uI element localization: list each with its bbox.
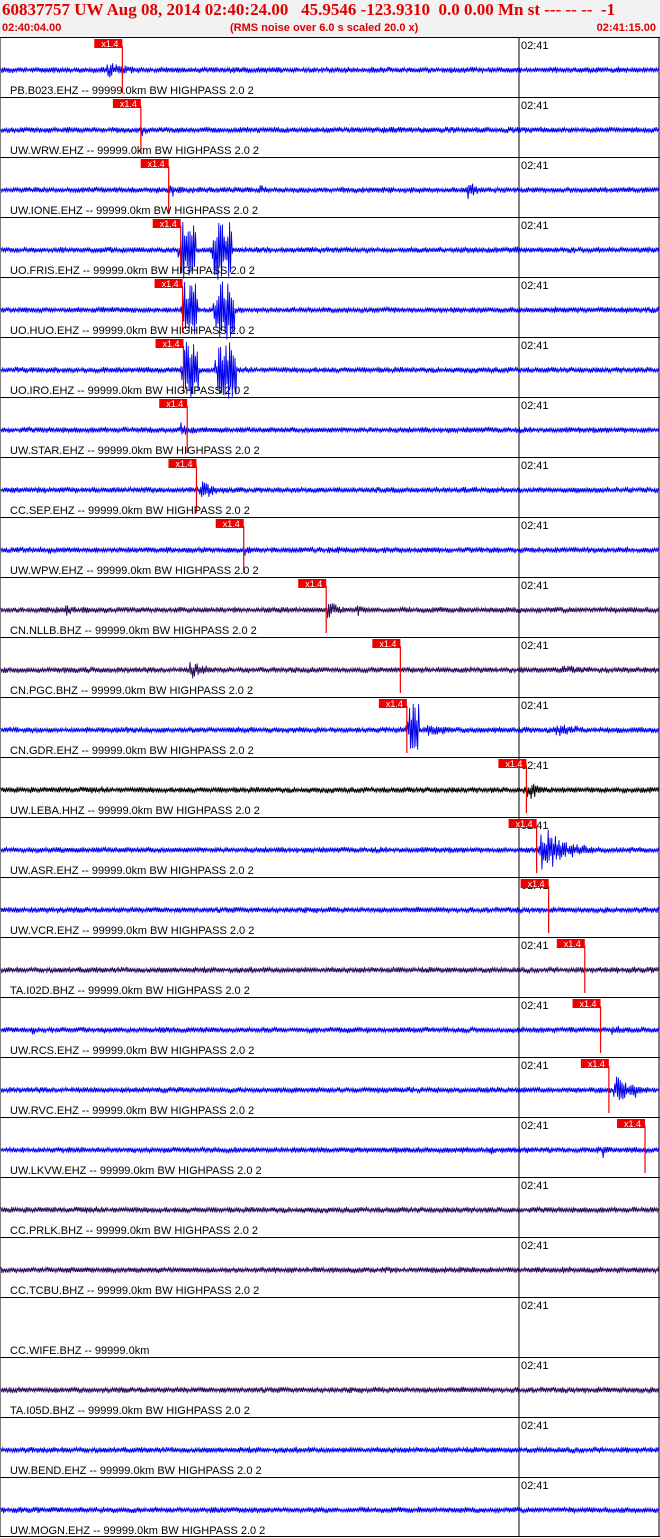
time-mark-label: 02:41 <box>521 160 549 172</box>
waveform-trace <box>0 1025 660 1035</box>
pick-label: x1.4 <box>528 879 545 889</box>
station-label: UO.HUO.EHZ -- 99999.0km BW HIGHPASS 2.0 … <box>10 325 254 337</box>
time-mark-label: 02:41 <box>521 100 549 112</box>
station-label: CC.SEP.EHZ -- 99999.0km BW HIGHPASS 2.0 … <box>10 505 250 517</box>
pick-label: x1.4 <box>580 999 597 1009</box>
start-time-label: 02:40:04.00 <box>2 22 62 34</box>
pick-label: x1.4 <box>564 939 581 949</box>
station-label: UW.WRW.EHZ -- 99999.0km BW HIGHPASS 2.0 … <box>10 145 259 157</box>
station-label: UW.WPW.EHZ -- 99999.0km BW HIGHPASS 2.0 … <box>10 565 259 577</box>
station-label: UO.IRO.EHZ -- 99999.0km BW HIGHPASS 2.0 … <box>10 385 249 397</box>
time-mark-label: 02:41 <box>521 520 549 532</box>
time-mark-label: 02:41 <box>521 1300 549 1312</box>
pick-label: x1.4 <box>223 519 240 529</box>
time-mark-label: 02:41 <box>521 1180 549 1192</box>
station-label: CC.TCBU.BHZ -- 99999.0km BW HIGHPASS 2.0… <box>10 1285 259 1297</box>
time-mark-label: 02:41 <box>521 460 549 472</box>
time-mark-label: 02:41 <box>521 940 549 952</box>
station-label: UW.RCS.EHZ -- 99999.0km BW HIGHPASS 2.0 … <box>10 1045 254 1057</box>
waveform-trace <box>0 603 660 619</box>
header-bar: 60837757 UW Aug 08, 2014 02:40:24.00 45.… <box>0 0 660 38</box>
rms-noise-note: (RMS noise over 6.0 s scaled 20.0 x) <box>230 22 419 34</box>
waveform-trace <box>0 1146 660 1159</box>
station-label: UW.LEBA.HHZ -- 99999.0km BW HIGHPASS 2.0… <box>10 805 260 817</box>
waveform-trace <box>0 422 660 435</box>
pick-label: x1.4 <box>624 1119 641 1129</box>
event-title: 60837757 UW Aug 08, 2014 02:40:24.00 45.… <box>2 0 616 19</box>
station-label: UW.BEND.EHZ -- 99999.0km BW HIGHPASS 2.0… <box>10 1465 262 1477</box>
waveform-trace <box>0 183 660 200</box>
waveform-trace <box>0 1265 660 1275</box>
station-label: TA.I05D.BHZ -- 99999.0km BW HIGHPASS 2.0… <box>10 1405 250 1417</box>
pick-label: x1.4 <box>120 99 137 109</box>
waveform-trace <box>0 125 660 137</box>
station-label: UO.FRIS.EHZ -- 99999.0km BW HIGHPASS 2.0… <box>10 265 255 277</box>
time-mark-label: 02:41 <box>521 580 549 592</box>
station-label: UW.MOGN.EHZ -- 99999.0km BW HIGHPASS 2.0… <box>10 1525 265 1537</box>
waveform-trace <box>0 545 660 556</box>
station-label: UW.ASR.EHZ -- 99999.0km BW HIGHPASS 2.0 … <box>10 865 254 877</box>
time-mark-label: 02:41 <box>521 400 549 412</box>
pick-label: x1.4 <box>148 159 165 169</box>
waveform-trace <box>0 1445 660 1455</box>
pick-label: x1.4 <box>505 759 522 769</box>
station-label: TA.I02D.BHZ -- 99999.0km BW HIGHPASS 2.0… <box>10 985 250 997</box>
time-mark-label: 02:41 <box>521 1120 549 1132</box>
time-mark-label: 02:41 <box>521 220 549 232</box>
waveform-trace <box>0 1385 660 1395</box>
time-mark-label: 02:41 <box>521 280 549 292</box>
time-mark-label: 02:41 <box>521 1240 549 1252</box>
station-label: UW.STAR.EHZ -- 99999.0km BW HIGHPASS 2.0… <box>10 445 260 457</box>
end-time-label: 02:41:15.00 <box>596 22 656 34</box>
time-mark-label: 02:41 <box>521 1480 549 1492</box>
station-label: UW.LKVW.EHZ -- 99999.0km BW HIGHPASS 2.0… <box>10 1165 262 1177</box>
station-label: CN.GDR.EHZ -- 99999.0km BW HIGHPASS 2.0 … <box>10 745 254 757</box>
pick-label: x1.4 <box>516 819 533 829</box>
pick-label: x1.4 <box>175 459 192 469</box>
seismogram-plot: 02:41 x1.4 PB.B023.EHZ -- 99999.0km BW HIG… <box>0 37 660 1537</box>
time-mark-label: 02:41 <box>521 1360 549 1372</box>
station-label: CC.WIFE.BHZ -- 99999.0km <box>10 1345 149 1357</box>
pick-label: x1.4 <box>379 639 396 649</box>
waveform-trace <box>0 1505 660 1515</box>
waveform-trace <box>0 661 660 679</box>
pick-label: x1.4 <box>305 579 322 589</box>
waveform-trace <box>0 829 660 870</box>
station-label: UW.VCR.EHZ -- 99999.0km BW HIGHPASS 2.0 … <box>10 925 254 937</box>
waveform-trace <box>0 965 660 975</box>
time-mark-label: 02:41 <box>521 1000 549 1012</box>
time-mark-label: 02:41 <box>521 1420 549 1432</box>
time-mark-label: 02:41 <box>521 700 549 712</box>
station-label: UW.IONE.EHZ -- 99999.0km BW HIGHPASS 2.0… <box>10 205 258 217</box>
waveform-trace <box>0 1076 660 1101</box>
time-mark-label: 02:41 <box>521 340 549 352</box>
waveform-trace <box>0 905 660 915</box>
pick-label: x1.4 <box>166 399 183 409</box>
station-label: CN.NLLB.BHZ -- 99999.0km BW HIGHPASS 2.0… <box>10 625 257 637</box>
station-label: PB.B023.EHZ -- 99999.0km BW HIGHPASS 2.0… <box>10 85 254 97</box>
time-mark-label: 02:41 <box>521 1060 549 1072</box>
time-mark-label: 02:41 <box>521 640 549 652</box>
pick-label: x1.4 <box>162 339 179 349</box>
pick-label: x1.4 <box>386 699 403 709</box>
station-label: CC.PRLK.BHZ -- 99999.0km BW HIGHPASS 2.0… <box>10 1225 258 1237</box>
waveform-trace <box>0 703 660 750</box>
station-label: CN.PGC.BHZ -- 99999.0km BW HIGHPASS 2.0 … <box>10 685 253 697</box>
waveform-trace <box>0 63 660 78</box>
waveform-trace <box>0 1205 660 1215</box>
pick-label: x1.4 <box>160 219 177 229</box>
time-mark-label: 02:41 <box>521 40 549 52</box>
waveform-trace <box>0 481 660 497</box>
waveform-trace <box>0 783 660 799</box>
pick-label: x1.4 <box>101 39 118 49</box>
station-label: UW.RVC.EHZ -- 99999.0km BW HIGHPASS 2.0 … <box>10 1105 254 1117</box>
pick-label: x1.4 <box>588 1059 605 1069</box>
pick-label: x1.4 <box>162 279 179 289</box>
